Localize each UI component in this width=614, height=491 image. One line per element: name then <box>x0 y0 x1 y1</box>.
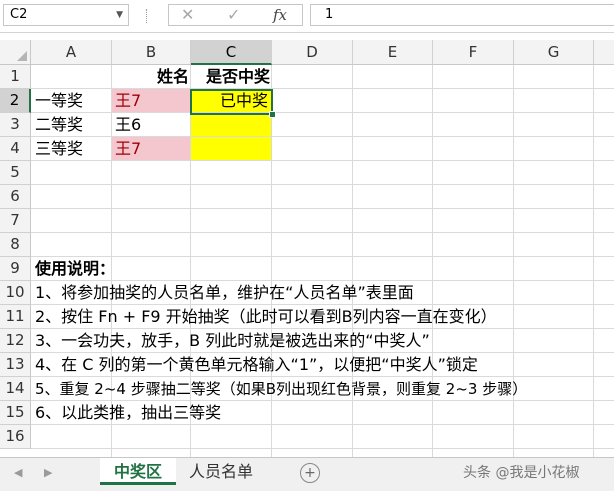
instruction-line[interactable]: 3、一会功夫，放手，B 列此时就是被选出来的“中奖人” <box>35 329 430 353</box>
column-header-f[interactable]: F <box>433 40 514 65</box>
row-header-15[interactable]: 15 <box>0 401 31 425</box>
row-header-6[interactable]: 6 <box>0 185 31 209</box>
row-header-12[interactable]: 12 <box>0 329 31 353</box>
column-header-a[interactable]: A <box>31 40 112 65</box>
row-header-16[interactable]: 16 <box>0 425 31 449</box>
active-cell-selection[interactable] <box>190 89 273 115</box>
instruction-line[interactable]: 1、将参加抽奖的人员名单，维护在“人员名单”表里面 <box>35 281 414 305</box>
column-header-h[interactable] <box>594 40 614 65</box>
formula-buttons: ✕ ✓ fx <box>168 4 303 26</box>
row-header-9[interactable]: 9 <box>0 257 31 281</box>
column-header-c[interactable]: C <box>191 40 272 65</box>
name-box-value: C2 <box>10 7 28 22</box>
row-header-4[interactable]: 4 <box>0 137 31 161</box>
scroll-tabs-right-icon[interactable]: ▶ <box>44 466 52 479</box>
chevron-down-icon[interactable]: ▼ <box>116 5 123 25</box>
gridline <box>31 208 614 209</box>
cell-b1[interactable]: 姓名 <box>112 65 189 89</box>
row-header-3[interactable]: 3 <box>0 113 31 137</box>
column-header-e[interactable]: E <box>353 40 433 65</box>
instruction-line[interactable]: 2、按住 Fn + F9 开始抽奖（此时可以看到B列内容一直在变化） <box>35 305 497 329</box>
formula-bar: C2 ▼ ✕ ✓ fx 1 <box>0 0 614 33</box>
row-header-8[interactable]: 8 <box>0 233 31 257</box>
column-header-b[interactable]: B <box>112 40 191 65</box>
row-header-5[interactable]: 5 <box>0 161 31 185</box>
sheet-tab-roster[interactable]: 人员名单 <box>178 458 264 485</box>
enter-icon[interactable]: ✓ <box>227 6 240 24</box>
sheet-tab-prize-area[interactable]: 中奖区 <box>100 458 176 485</box>
row-header-1[interactable]: 1 <box>0 65 31 89</box>
formula-bar-grip <box>146 9 149 23</box>
column-header-d[interactable]: D <box>272 40 353 65</box>
cell-c1[interactable]: 是否中奖 <box>191 65 270 89</box>
row-header-10[interactable]: 10 <box>0 281 31 305</box>
cancel-icon[interactable]: ✕ <box>181 6 194 24</box>
row-header-13[interactable]: 13 <box>0 353 31 377</box>
gridline <box>31 448 614 449</box>
watermark-text: 头条 @我是小花椒 <box>463 465 580 481</box>
fill-handle[interactable] <box>269 111 276 118</box>
select-all-button[interactable] <box>0 40 31 65</box>
cell-b3[interactable]: 王6 <box>115 113 141 137</box>
add-sheet-button[interactable]: + <box>300 463 320 483</box>
instruction-line[interactable]: 6、以此类推，抽出三等奖 <box>35 401 221 425</box>
instruction-line[interactable]: 4、在 C 列的第一个黄色单元格输入“1”，以便把“中奖人”锁定 <box>35 353 478 377</box>
insert-function-icon[interactable]: fx <box>273 6 287 24</box>
cell-b2[interactable]: 王7 <box>115 89 141 113</box>
row-header-11[interactable]: 11 <box>0 305 31 329</box>
cell-a4[interactable]: 三等奖 <box>35 137 83 161</box>
select-all-triangle-icon <box>17 51 27 61</box>
cell-a3[interactable]: 二等奖 <box>35 113 83 137</box>
scroll-tabs-left-icon[interactable]: ◀ <box>14 466 22 479</box>
formula-input[interactable]: 1 <box>310 4 614 26</box>
row-header-7[interactable]: 7 <box>0 209 31 233</box>
cell-a2[interactable]: 一等奖 <box>35 89 83 113</box>
row-header-14[interactable]: 14 <box>0 377 31 401</box>
gridline <box>31 184 614 185</box>
instructions-title[interactable]: 使用说明： <box>35 257 115 281</box>
column-header-g[interactable]: G <box>514 40 594 65</box>
gridline <box>31 256 614 257</box>
cell-b4[interactable]: 王7 <box>115 137 141 161</box>
gridline <box>31 232 614 233</box>
name-box[interactable]: C2 ▼ <box>3 4 129 26</box>
gridline <box>593 65 594 457</box>
instruction-line[interactable]: 5、重复 2~4 步骤抽二等奖（如果B列出现红色背景，则重复 2~3 步骤） <box>35 377 527 401</box>
row-header-2[interactable]: 2 <box>0 89 31 113</box>
